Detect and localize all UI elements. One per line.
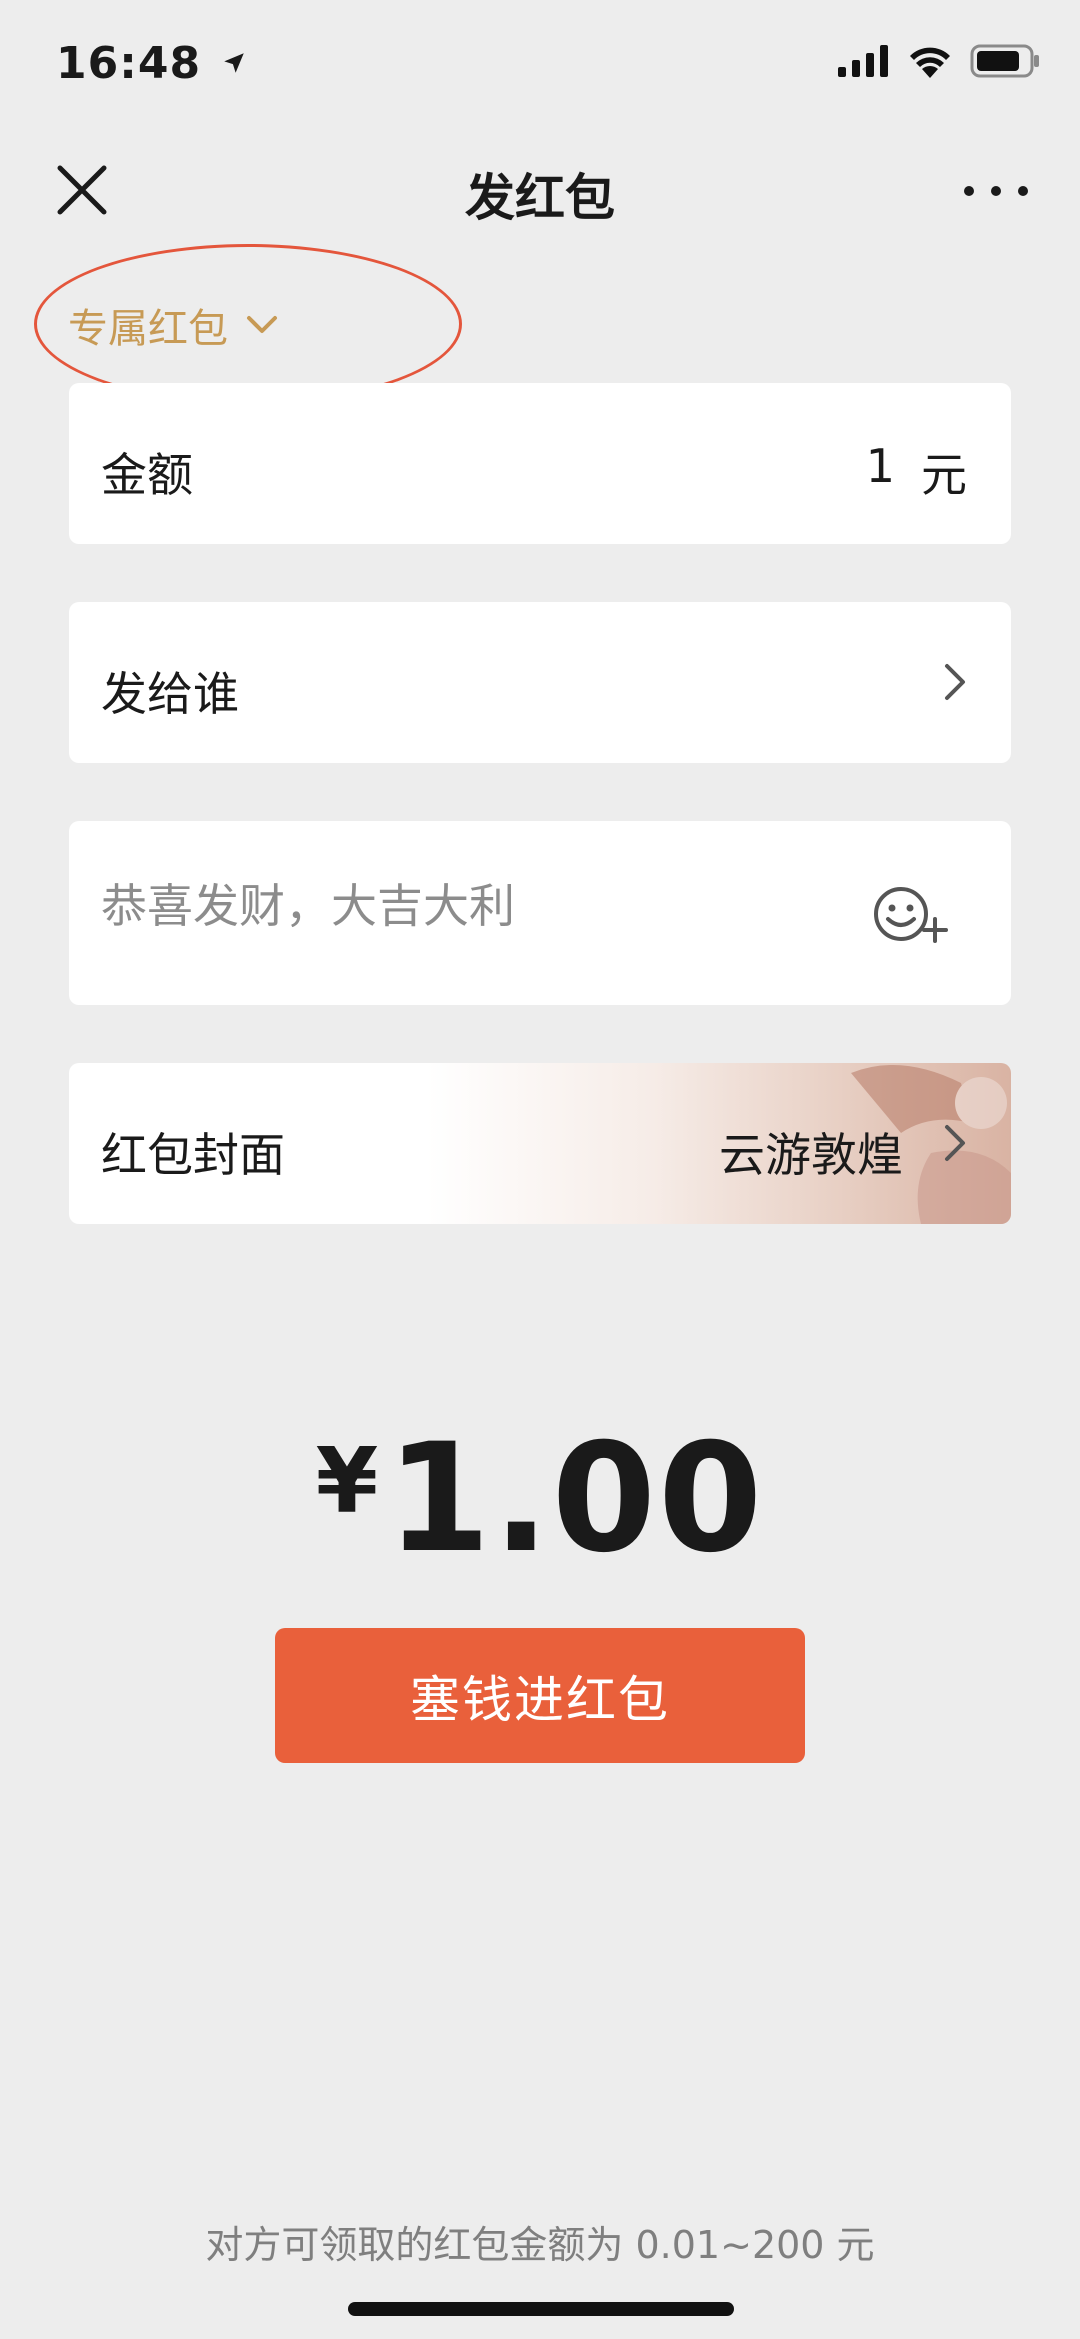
more-options-button[interactable] bbox=[964, 168, 1028, 214]
emoji-add-icon bbox=[874, 887, 948, 943]
status-time-text: 16:48 bbox=[56, 38, 202, 89]
put-money-button[interactable]: 塞钱进红包 bbox=[275, 1628, 805, 1763]
status-bar-time: 16:48 bbox=[56, 38, 247, 89]
message-row bbox=[69, 821, 1011, 1005]
amount-unit: 元 bbox=[921, 448, 967, 502]
amount-input[interactable]: 1 元 bbox=[866, 439, 967, 505]
location-arrow-icon bbox=[224, 53, 245, 73]
emoji-button[interactable] bbox=[871, 881, 951, 951]
status-bar-indicators bbox=[838, 44, 1040, 78]
envelope-type-label: 专属红包 bbox=[68, 306, 228, 352]
total-amount-display: ¥1.00 bbox=[0, 1412, 1080, 1586]
battery-icon bbox=[970, 44, 1039, 78]
amount-label: 金额 bbox=[101, 448, 193, 502]
chevron-down-icon bbox=[247, 316, 277, 333]
more-dot bbox=[991, 186, 1001, 196]
recipient-label: 发给谁 bbox=[101, 667, 239, 721]
wifi-icon bbox=[910, 47, 950, 78]
more-dot bbox=[964, 186, 974, 196]
envelope-type-selector[interactable]: 专属红包 bbox=[68, 296, 278, 354]
cover-value: 云游敦煌 bbox=[719, 1128, 903, 1182]
recipient-row[interactable]: 发给谁 bbox=[69, 602, 1011, 763]
cover-label: 红包封面 bbox=[101, 1128, 285, 1182]
chevron-right-icon bbox=[945, 664, 965, 700]
home-indicator[interactable] bbox=[348, 2302, 734, 2316]
total-amount: 1.00 bbox=[386, 1412, 765, 1586]
blessing-message-input[interactable] bbox=[101, 879, 861, 933]
amount-limit-note: 对方可领取的红包金额为 0.01~200 元 bbox=[205, 2223, 875, 2267]
chevron-right-icon bbox=[945, 1125, 965, 1161]
envelope-cover-row[interactable]: 红包封面 云游敦煌 bbox=[69, 1063, 1011, 1224]
amount-value: 1 bbox=[865, 439, 895, 493]
amount-row[interactable]: 金额 1 元 bbox=[69, 383, 1011, 544]
page-title: 发红包 bbox=[465, 169, 615, 227]
cellular-signal-icon bbox=[838, 45, 888, 77]
more-dot bbox=[1018, 186, 1028, 196]
currency-symbol: ¥ bbox=[315, 1429, 379, 1534]
